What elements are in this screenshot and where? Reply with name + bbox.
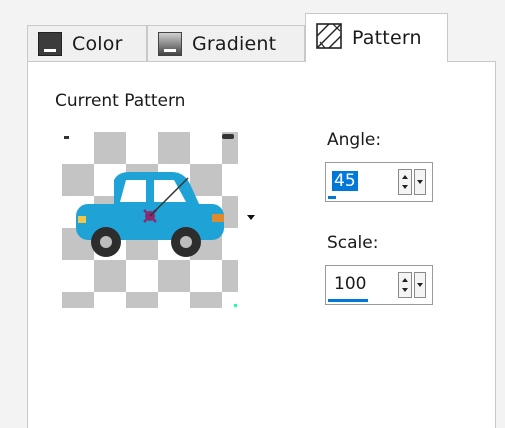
corner-marker xyxy=(234,304,237,307)
gradient-swatch-icon xyxy=(158,31,182,56)
car-icon xyxy=(76,172,224,257)
scale-spinner[interactable]: 100 xyxy=(325,265,433,305)
angle-label: Angle: xyxy=(327,130,382,150)
angle-spinner[interactable]: 45 xyxy=(325,162,433,202)
angle-value[interactable]: 45 xyxy=(332,171,358,191)
corner-marker xyxy=(64,136,69,139)
scale-dropdown-button[interactable] xyxy=(414,272,426,298)
material-properties-dialog: Color Gradient Pattern Current Pattern A… xyxy=(0,0,505,428)
scale-up-down-buttons[interactable] xyxy=(398,272,412,298)
pattern-preview[interactable] xyxy=(62,132,238,308)
tab-gradient[interactable]: Gradient xyxy=(147,25,305,61)
current-pattern-heading: Current Pattern xyxy=(55,91,186,111)
scale-slider-indicator[interactable] xyxy=(328,299,368,302)
pattern-swatch-icon xyxy=(316,22,342,54)
color-swatch-icon xyxy=(38,31,62,56)
pattern-dropdown-arrow[interactable] xyxy=(247,215,255,220)
tab-color[interactable]: Color xyxy=(27,25,147,61)
scale-label: Scale: xyxy=(327,233,379,253)
angle-slider-indicator[interactable] xyxy=(328,196,336,199)
tab-gradient-label: Gradient xyxy=(192,32,277,55)
tab-pattern-label: Pattern xyxy=(352,27,422,49)
angle-up-down-buttons[interactable] xyxy=(398,169,412,195)
angle-dropdown-button[interactable] xyxy=(414,169,426,195)
tab-pattern[interactable]: Pattern xyxy=(305,13,448,62)
tab-color-label: Color xyxy=(72,32,123,55)
scale-value[interactable]: 100 xyxy=(334,274,366,294)
corner-marker xyxy=(222,134,234,139)
